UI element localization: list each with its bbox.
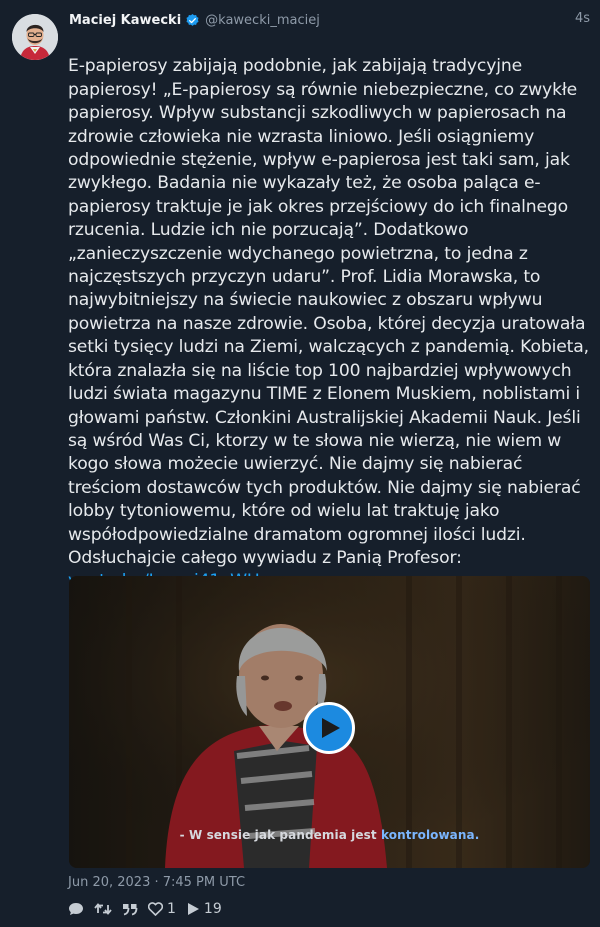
tweet-header: Maciej Kawecki @kawecki_maciej 4s — [69, 10, 590, 30]
tweet-text: E-papierosy zabijają podobnie, jak zabij… — [68, 32, 594, 617]
heart-icon — [148, 902, 163, 916]
retweet-icon — [94, 903, 112, 915]
retweet-button[interactable] — [94, 902, 112, 916]
tweet: Maciej Kawecki @kawecki_maciej 4s E-papi… — [0, 0, 600, 927]
tweet-body: E-papierosy zabijają podobnie, jak zabij… — [68, 56, 589, 568]
video-subtitle: - W sensie jak pandemia jest kontrolowan… — [69, 828, 590, 842]
user-avatar[interactable] — [12, 14, 58, 60]
tweet-time[interactable]: 4s — [575, 11, 590, 26]
author-handle[interactable]: @kawecki_maciej — [205, 13, 320, 28]
author-name[interactable]: Maciej Kawecki — [69, 13, 181, 28]
verified-badge-icon — [185, 13, 200, 28]
reply-button[interactable] — [68, 902, 84, 916]
views-icon — [187, 903, 199, 915]
play-button[interactable] — [303, 702, 355, 754]
video-player[interactable]: - W sensie jak pandemia jest kontrolowan… — [69, 576, 590, 868]
quote-icon — [123, 904, 138, 916]
reply-icon — [69, 903, 83, 915]
like-button[interactable]: 1 — [148, 901, 176, 917]
tweet-date[interactable]: Jun 20, 2023 · 7:45 PM UTC — [68, 875, 245, 890]
quote-button[interactable] — [122, 902, 138, 916]
like-count: 1 — [167, 901, 176, 917]
views-stat: 19 — [186, 901, 222, 917]
tweet-stats: 1 19 — [68, 900, 232, 918]
play-icon — [322, 718, 340, 738]
subtitle-highlight: kontrolowana. — [381, 828, 480, 842]
views-count: 19 — [203, 901, 222, 917]
subtitle-text: - W sensie jak pandemia jest — [179, 828, 381, 842]
